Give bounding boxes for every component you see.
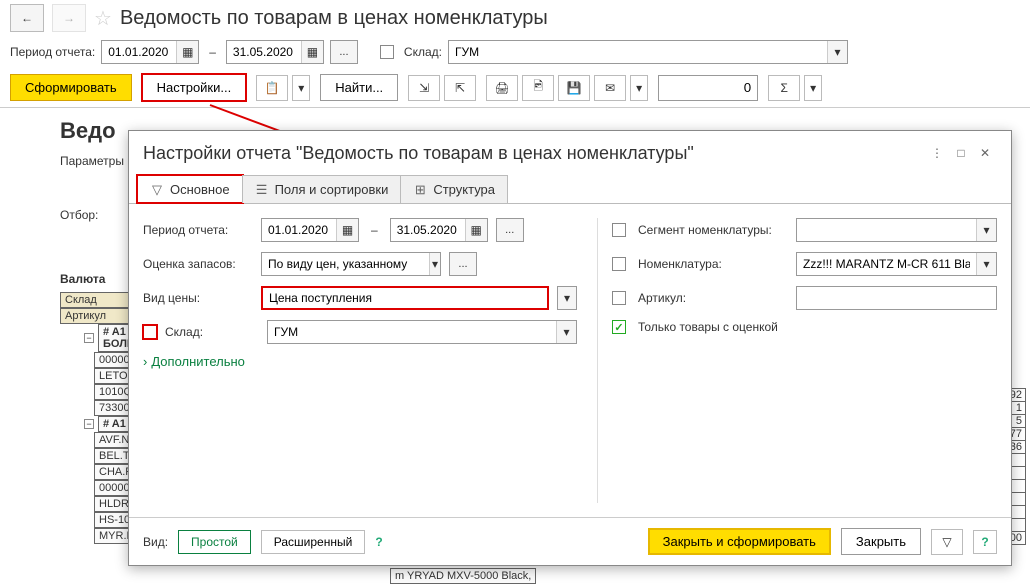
view-label: Вид: xyxy=(143,535,168,549)
view-simple-button[interactable]: Простой xyxy=(178,530,251,554)
article-label: Артикул: xyxy=(638,291,788,305)
warehouse-label: Склад: xyxy=(404,45,442,59)
calendar-icon[interactable]: ▦ xyxy=(176,41,198,63)
print-icon[interactable]: 🖨 xyxy=(486,75,518,101)
warehouse-label: Склад: xyxy=(165,325,259,339)
only-valued-label: Только товары с оценкой xyxy=(638,320,778,334)
date-to-field[interactable]: ▦ xyxy=(226,40,324,64)
tab-fields[interactable]: ☰ Поля и сортировки xyxy=(242,175,402,203)
sum-icon[interactable]: Σ xyxy=(768,75,800,101)
tab-main[interactable]: ▽ Основное xyxy=(137,175,243,203)
expand-icon[interactable]: ⇲ xyxy=(408,75,440,101)
segment-label: Сегмент номенклатуры: xyxy=(638,223,788,237)
price-type-combo[interactable] xyxy=(261,286,549,310)
tree-icon: ⊞ xyxy=(413,183,427,197)
dropdown-icon[interactable]: ▾ xyxy=(976,219,996,241)
dropdown-icon[interactable]: ▾ xyxy=(827,41,847,63)
close-icon[interactable]: ✕ xyxy=(973,141,997,165)
chevron-right-icon: › xyxy=(143,354,147,369)
settings-dialog: Настройки отчета "Ведомость по товарам в… xyxy=(128,130,1012,566)
valuation-combo[interactable]: ▾ xyxy=(261,252,441,276)
price-label: Вид цены: xyxy=(143,291,253,305)
dash: – xyxy=(205,45,220,59)
more-icon[interactable]: ⋮ xyxy=(925,141,949,165)
warehouse-checkbox[interactable] xyxy=(380,45,394,59)
period-picker-button[interactable]: ... xyxy=(330,40,358,64)
article-checkbox[interactable] xyxy=(612,291,626,305)
help-icon[interactable]: ? xyxy=(375,535,382,549)
send-dropdown-icon[interactable]: ▾ xyxy=(630,75,648,101)
period-label: Период отчета: xyxy=(143,223,253,237)
forward-button[interactable]: → xyxy=(52,4,86,32)
filter-icon: ▽ xyxy=(150,183,164,197)
find-button[interactable]: Найти... xyxy=(320,74,398,101)
warehouse-combo[interactable]: ▾ xyxy=(267,320,577,344)
paste-icon[interactable]: 📋 xyxy=(256,75,288,101)
more-link[interactable]: › Дополнительно xyxy=(143,354,577,369)
preview-icon[interactable]: 🖻 xyxy=(522,75,554,101)
collapse-icon[interactable]: ⇱ xyxy=(444,75,476,101)
send-icon[interactable]: ✉ xyxy=(594,75,626,101)
segment-combo[interactable]: ▾ xyxy=(796,218,997,242)
tree-collapse[interactable]: − xyxy=(84,333,94,343)
paste-dropdown-icon[interactable]: ▾ xyxy=(292,75,310,101)
dropdown-icon[interactable]: ▾ xyxy=(557,286,577,310)
valuation-label: Оценка запасов: xyxy=(143,257,253,271)
columns-icon: ☰ xyxy=(255,183,269,197)
date-to-input[interactable] xyxy=(227,45,301,59)
maximize-icon[interactable]: □ xyxy=(949,141,973,165)
calendar-icon[interactable]: ▦ xyxy=(336,219,358,241)
modal-date-to[interactable]: ▦ xyxy=(390,218,488,242)
dialog-title: Настройки отчета "Ведомость по товарам в… xyxy=(143,143,925,164)
table-row[interactable]: m YRYAD MXV-5000 Black, xyxy=(390,568,536,584)
filter-settings-icon[interactable]: ▽ xyxy=(931,529,963,555)
nomenclature-combo[interactable]: ▾ xyxy=(796,252,997,276)
settings-button[interactable]: Настройки... xyxy=(142,74,247,101)
tab-structure-label: Структура xyxy=(433,182,495,197)
article-combo[interactable] xyxy=(796,286,997,310)
calendar-icon[interactable]: ▦ xyxy=(301,41,323,63)
warehouse-field[interactable]: ▾ xyxy=(448,40,848,64)
tab-main-label: Основное xyxy=(170,182,230,197)
dropdown-icon[interactable]: ▾ xyxy=(976,253,996,275)
tab-fields-label: Поля и сортировки xyxy=(275,182,389,197)
only-valued-checkbox[interactable]: ✓ xyxy=(612,320,626,334)
save-icon[interactable]: 💾 xyxy=(558,75,590,101)
modal-date-from[interactable]: ▦ xyxy=(261,218,359,242)
dropdown-icon[interactable]: ▾ xyxy=(556,321,576,343)
period-label: Период отчета: xyxy=(10,45,95,59)
tab-structure[interactable]: ⊞ Структура xyxy=(400,175,508,203)
valuation-more-button[interactable]: ... xyxy=(449,252,477,276)
nomenclature-checkbox[interactable] xyxy=(612,257,626,271)
favorite-icon[interactable]: ☆ xyxy=(94,6,112,31)
calendar-icon[interactable]: ▦ xyxy=(465,219,487,241)
warehouse-input[interactable] xyxy=(449,45,827,59)
close-generate-button[interactable]: Закрыть и сформировать xyxy=(648,528,831,555)
tree-collapse[interactable]: − xyxy=(84,419,94,429)
page-title: Ведомость по товарам в ценах номенклатур… xyxy=(120,7,548,30)
date-from-field[interactable]: ▦ xyxy=(101,40,199,64)
period-picker-button[interactable]: ... xyxy=(496,218,524,242)
sum-dropdown-icon[interactable]: ▾ xyxy=(804,75,822,101)
view-advanced-button[interactable]: Расширенный xyxy=(261,530,366,554)
warehouse-checkbox[interactable] xyxy=(143,325,157,339)
numeric-input[interactable] xyxy=(658,75,758,101)
generate-button[interactable]: Сформировать xyxy=(10,74,132,101)
segment-checkbox[interactable] xyxy=(612,223,626,237)
help-button[interactable]: ? xyxy=(973,530,997,554)
close-button[interactable]: Закрыть xyxy=(841,528,921,555)
nomenclature-label: Номенклатура: xyxy=(638,257,788,271)
date-from-input[interactable] xyxy=(102,45,176,59)
back-button[interactable]: ← xyxy=(10,4,44,32)
dropdown-icon[interactable]: ▾ xyxy=(429,253,440,275)
